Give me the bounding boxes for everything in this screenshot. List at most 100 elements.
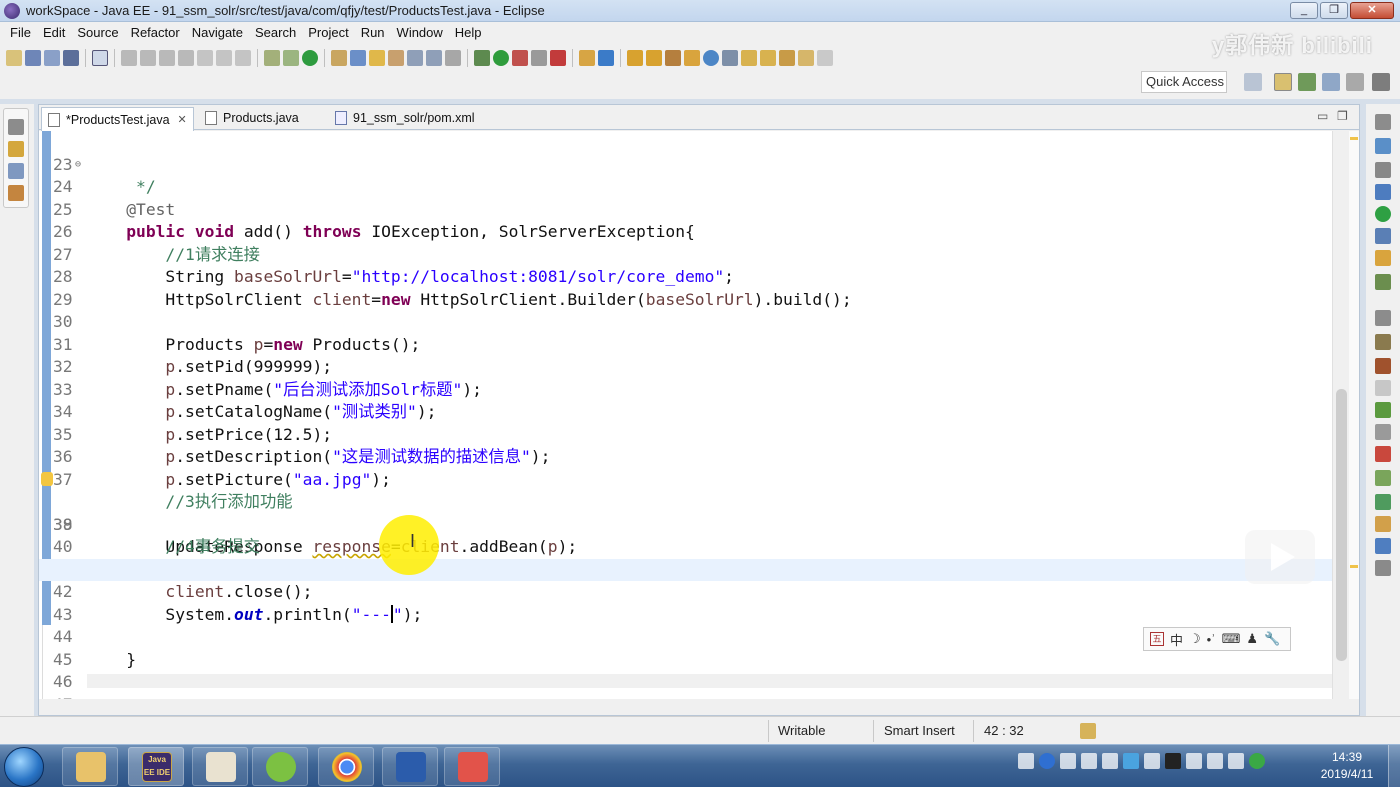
problems-icon[interactable] <box>1375 402 1391 418</box>
project-explorer-icon[interactable] <box>8 185 24 201</box>
open-task-icon[interactable] <box>646 50 662 66</box>
taskbar-app4[interactable] <box>252 747 308 786</box>
nav-icon[interactable] <box>445 50 461 66</box>
taskbar-clock[interactable]: 14:39 2019/4/11 <box>1312 749 1382 783</box>
menu-help[interactable]: Help <box>449 25 488 40</box>
more-perspectives-icon[interactable] <box>1372 73 1390 91</box>
security-icon[interactable] <box>1249 753 1265 769</box>
overview-current-mark[interactable] <box>1350 565 1358 568</box>
terminate-icon[interactable] <box>159 50 175 66</box>
menu-source[interactable]: Source <box>71 25 124 40</box>
restore-icon[interactable] <box>8 119 24 135</box>
show-whitespace-icon[interactable] <box>407 50 423 66</box>
mark-occurrences-icon[interactable] <box>369 50 385 66</box>
menu-edit[interactable]: Edit <box>37 25 71 40</box>
tab-productstest[interactable]: *ProductsTest.java ✕ <box>41 107 194 131</box>
debug-perspective-icon[interactable] <box>1298 73 1316 91</box>
restore-right-icon[interactable] <box>1375 114 1391 130</box>
taskbar-app7[interactable] <box>444 747 500 786</box>
scrollbar-thumb[interactable] <box>1336 389 1347 661</box>
properties-icon[interactable] <box>1375 424 1391 440</box>
ime-settings-icon[interactable]: 🔧 <box>1264 631 1280 647</box>
console-icon[interactable] <box>1375 380 1391 396</box>
open-type-icon[interactable] <box>331 50 347 66</box>
taskbar-java[interactable] <box>192 747 248 786</box>
debug-icon[interactable] <box>474 50 490 66</box>
save-icon[interactable] <box>25 50 41 66</box>
step-return-icon[interactable] <box>235 50 251 66</box>
minimize-editor-icon[interactable]: ▭ <box>1317 109 1328 123</box>
skip-breakpoints-icon[interactable] <box>264 50 280 66</box>
spring-icon[interactable] <box>302 50 318 66</box>
memory-icon[interactable] <box>1080 723 1096 739</box>
new-server-icon[interactable] <box>579 50 595 66</box>
back-icon[interactable] <box>798 50 814 66</box>
step-over-icon[interactable] <box>216 50 232 66</box>
tray-icon-9[interactable] <box>1186 753 1202 769</box>
use-step-filters-icon[interactable] <box>283 50 299 66</box>
status-cursor-position[interactable]: 42 : 32 <box>984 723 1024 738</box>
junit-icon[interactable] <box>1375 358 1391 374</box>
disconnect-icon[interactable] <box>178 50 194 66</box>
markers-icon[interactable] <box>1375 494 1391 510</box>
javadoc-icon[interactable] <box>1375 334 1391 350</box>
search-icon[interactable] <box>350 50 366 66</box>
menu-file[interactable]: File <box>4 25 37 40</box>
run-icon[interactable] <box>493 50 509 66</box>
ime-user-icon[interactable]: ♟ <box>1246 631 1258 647</box>
outline-icon[interactable] <box>1375 138 1391 154</box>
pointer-icon[interactable] <box>92 50 108 66</box>
menu-run[interactable]: Run <box>355 25 391 40</box>
globe-icon[interactable] <box>703 50 719 66</box>
ime-toolbar[interactable]: 五 中 ☽ •ʾ ⌨ ♟ 🔧 <box>1143 627 1291 651</box>
print-icon[interactable] <box>63 50 79 66</box>
tab-pom[interactable]: 91_ssm_solr/pom.xml <box>329 107 481 129</box>
video-play-overlay[interactable] <box>1245 530 1315 584</box>
ime-moon-icon[interactable]: ☽ <box>1189 631 1201 647</box>
taskbar-eclipse[interactable]: Java EE IDE <box>128 747 184 786</box>
suspend-icon[interactable] <box>140 50 156 66</box>
forward-icon[interactable] <box>817 50 833 66</box>
step-into-icon[interactable] <box>197 50 213 66</box>
team-perspective-icon[interactable] <box>1346 73 1364 91</box>
toggle-block-icon[interactable] <box>388 50 404 66</box>
tray-icon-8[interactable] <box>1165 753 1181 769</box>
history-icon[interactable] <box>1375 516 1391 532</box>
annotation-icon[interactable] <box>722 50 738 66</box>
taskbar-chrome[interactable] <box>318 747 374 786</box>
menu-search[interactable]: Search <box>249 25 302 40</box>
fold-icon[interactable]: ⊖ <box>75 154 81 177</box>
type-hierarchy-icon[interactable] <box>8 163 24 179</box>
warning-icon[interactable] <box>41 471 53 486</box>
tab-products[interactable]: Products.java <box>199 107 305 129</box>
horizontal-scrollbar[interactable] <box>87 674 1332 688</box>
open-folder-icon[interactable] <box>627 50 643 66</box>
task-list-icon[interactable] <box>1375 162 1391 178</box>
menu-window[interactable]: Window <box>391 25 449 40</box>
taskbar-word[interactable] <box>382 747 438 786</box>
volume-icon[interactable] <box>1207 753 1223 769</box>
network-icon[interactable] <box>1228 753 1244 769</box>
new-icon[interactable] <box>6 50 22 66</box>
help-icon[interactable] <box>1039 753 1055 769</box>
maximize-editor-icon[interactable]: ❐ <box>1337 109 1348 123</box>
restore-bottom-icon[interactable] <box>1375 310 1391 326</box>
data-source-icon[interactable] <box>1375 228 1391 244</box>
package-explorer-icon[interactable] <box>8 141 24 157</box>
ime-punct-icon[interactable]: •ʾ <box>1207 632 1216 647</box>
maximize-button[interactable]: ❐ <box>1320 2 1348 19</box>
menu-project[interactable]: Project <box>302 25 354 40</box>
overview-warning-mark[interactable] <box>1350 137 1358 140</box>
show-hidden-icon[interactable] <box>1060 753 1076 769</box>
status-insert-mode[interactable]: Smart Insert <box>884 723 955 738</box>
debug-view-icon[interactable] <box>1375 274 1391 290</box>
git-perspective-icon[interactable] <box>1322 73 1340 91</box>
java-ee-perspective-icon[interactable] <box>1274 73 1292 91</box>
tray-icon-5[interactable] <box>1102 753 1118 769</box>
vertical-scrollbar[interactable] <box>1332 131 1349 699</box>
snippets-icon[interactable] <box>1375 250 1391 266</box>
prev-annotation-icon[interactable] <box>760 50 776 66</box>
show-desktop-button[interactable] <box>1388 745 1400 787</box>
search-view-icon[interactable] <box>1375 446 1391 462</box>
taskbar-explorer[interactable] <box>62 747 118 786</box>
